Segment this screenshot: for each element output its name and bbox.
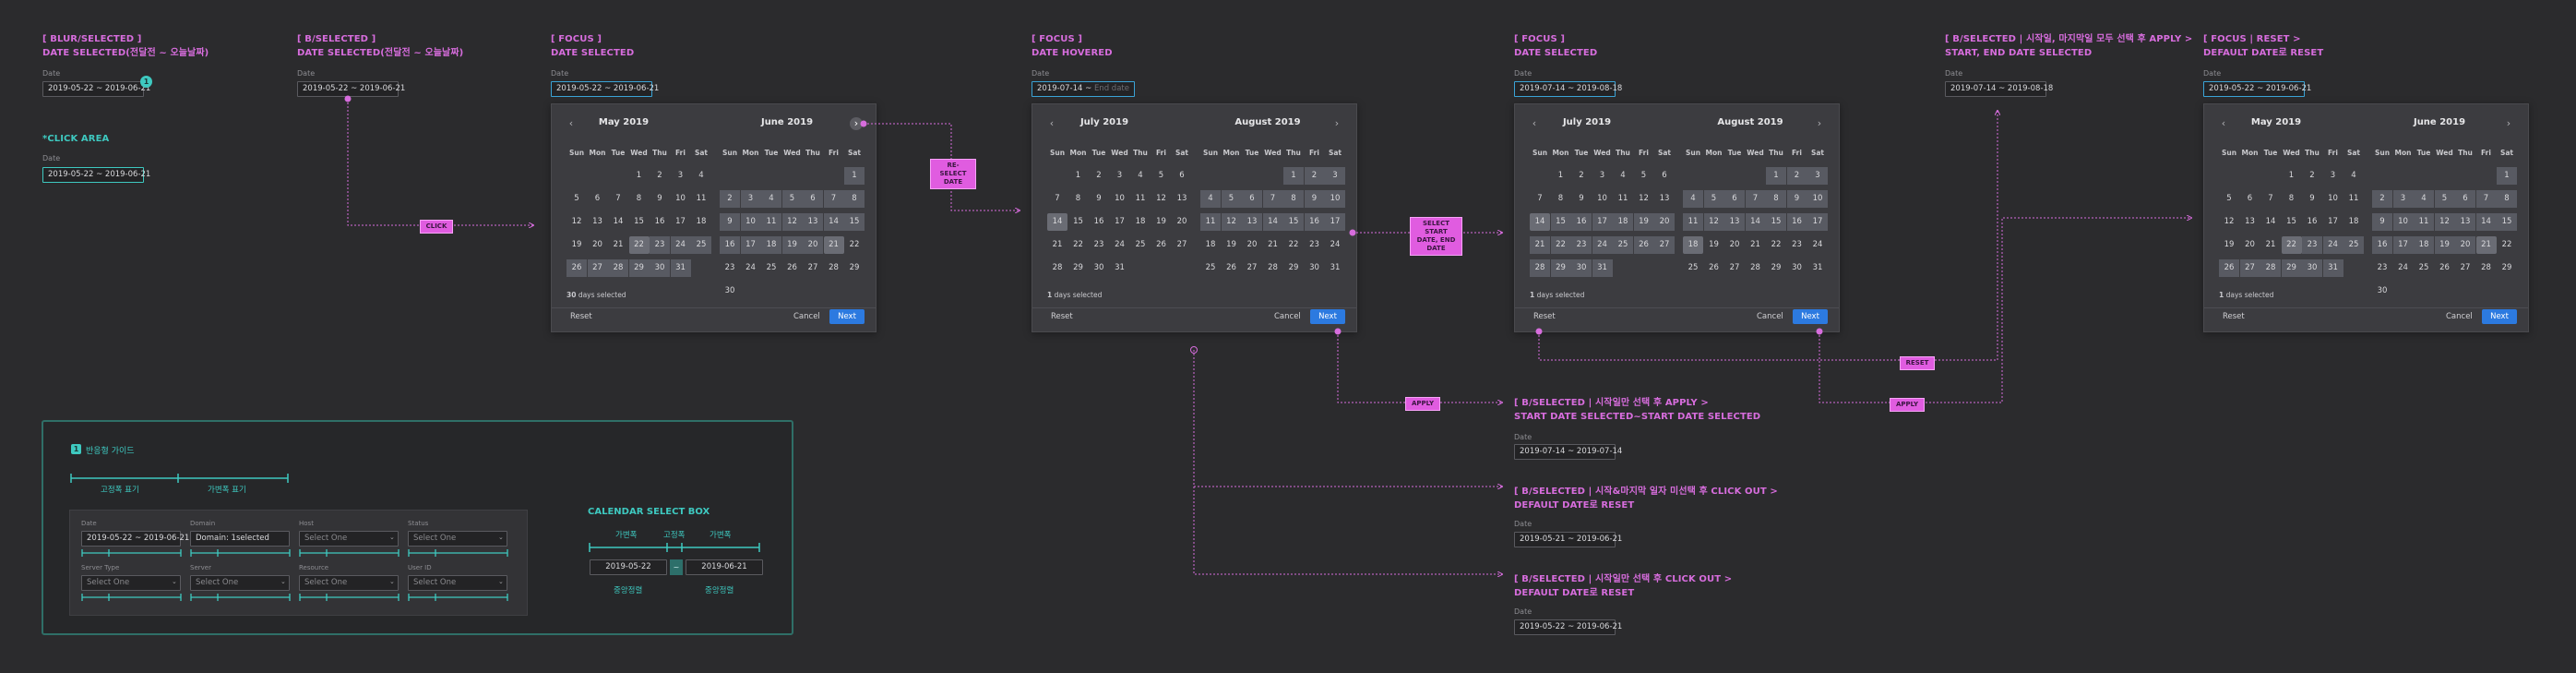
apply-tag: APPLY — [1405, 397, 1440, 411]
width-marker — [299, 549, 400, 557]
width-marker — [408, 549, 508, 557]
width-marker — [81, 549, 182, 557]
width-marker — [408, 594, 508, 601]
reselect-tag: RE-SELECT DATE — [930, 159, 976, 189]
filter-label: Server — [190, 564, 211, 571]
chevron-down-icon: ⌄ — [498, 578, 504, 585]
responsive-guide-panel: 1 반응형 가이드 고정폭 표기 가변폭 표기 Date 2019-05-22 ~… — [42, 420, 793, 635]
filter-field[interactable]: 2019-05-22 ~ 2019-06-21 — [81, 531, 189, 547]
variable-width-label: 가변폭 표기 — [208, 486, 246, 495]
cal-fixed-label: 고정폭 — [663, 531, 686, 540]
chevron-down-icon: ⌄ — [172, 578, 177, 585]
guide-badge: 1 — [71, 444, 81, 454]
filter-field[interactable]: Domain: 1selected — [190, 531, 290, 547]
filter-bar: Date 2019-05-22 ~ 2019-06-21 Domain Domain:… — [69, 510, 528, 616]
select-start-end-tag: SELECT START DATE, END DATE — [1410, 217, 1462, 256]
filter-label: Domain — [190, 520, 216, 527]
filter-label: Date — [81, 520, 97, 527]
filter-field[interactable]: Select One — [299, 531, 399, 547]
filter-field[interactable]: Select One — [81, 575, 181, 591]
fixed-width-label: 고정폭 표기 — [101, 486, 139, 495]
apply-tag: APPLY — [1890, 398, 1925, 412]
width-marker — [190, 549, 291, 557]
chevron-down-icon: ⌄ — [389, 534, 395, 541]
width-marker — [190, 594, 291, 601]
cal-end-field[interactable]: 2019-06-21 — [686, 559, 763, 575]
cal-dash: ~ — [670, 559, 683, 575]
filter-label: Status — [408, 520, 429, 527]
cal-width-legend — [589, 543, 760, 552]
click-tag: CLICK — [420, 220, 453, 234]
chevron-down-icon: ⌄ — [498, 534, 504, 541]
chevron-down-icon: ⌄ — [389, 578, 395, 585]
cal-variable-label: 가변폭 — [615, 531, 638, 540]
filter-field[interactable]: Select One — [408, 575, 507, 591]
cal-start-field[interactable]: 2019-05-22 — [590, 559, 667, 575]
calendar-box-title: CALENDAR SELECT BOX — [588, 507, 710, 517]
guide-title: 반응형 가이드 — [86, 447, 135, 456]
chevron-down-icon: ⌄ — [280, 578, 286, 585]
width-marker — [81, 594, 182, 601]
center-align-label: 중앙정렬 — [705, 586, 734, 595]
filter-field[interactable]: Select One — [299, 575, 399, 591]
center-align-label: 중앙정렬 — [614, 586, 643, 595]
filter-label: Host — [299, 520, 314, 527]
filter-label: User ID — [408, 564, 432, 571]
reset-tag: RESET — [1900, 356, 1935, 370]
filter-label: Resource — [299, 564, 329, 571]
width-marker — [299, 594, 400, 601]
filter-field[interactable]: Select One — [408, 531, 507, 547]
filter-label: Server Type — [81, 564, 120, 571]
cal-variable-label: 가변폭 — [710, 531, 732, 540]
filter-field[interactable]: Select One — [190, 575, 290, 591]
